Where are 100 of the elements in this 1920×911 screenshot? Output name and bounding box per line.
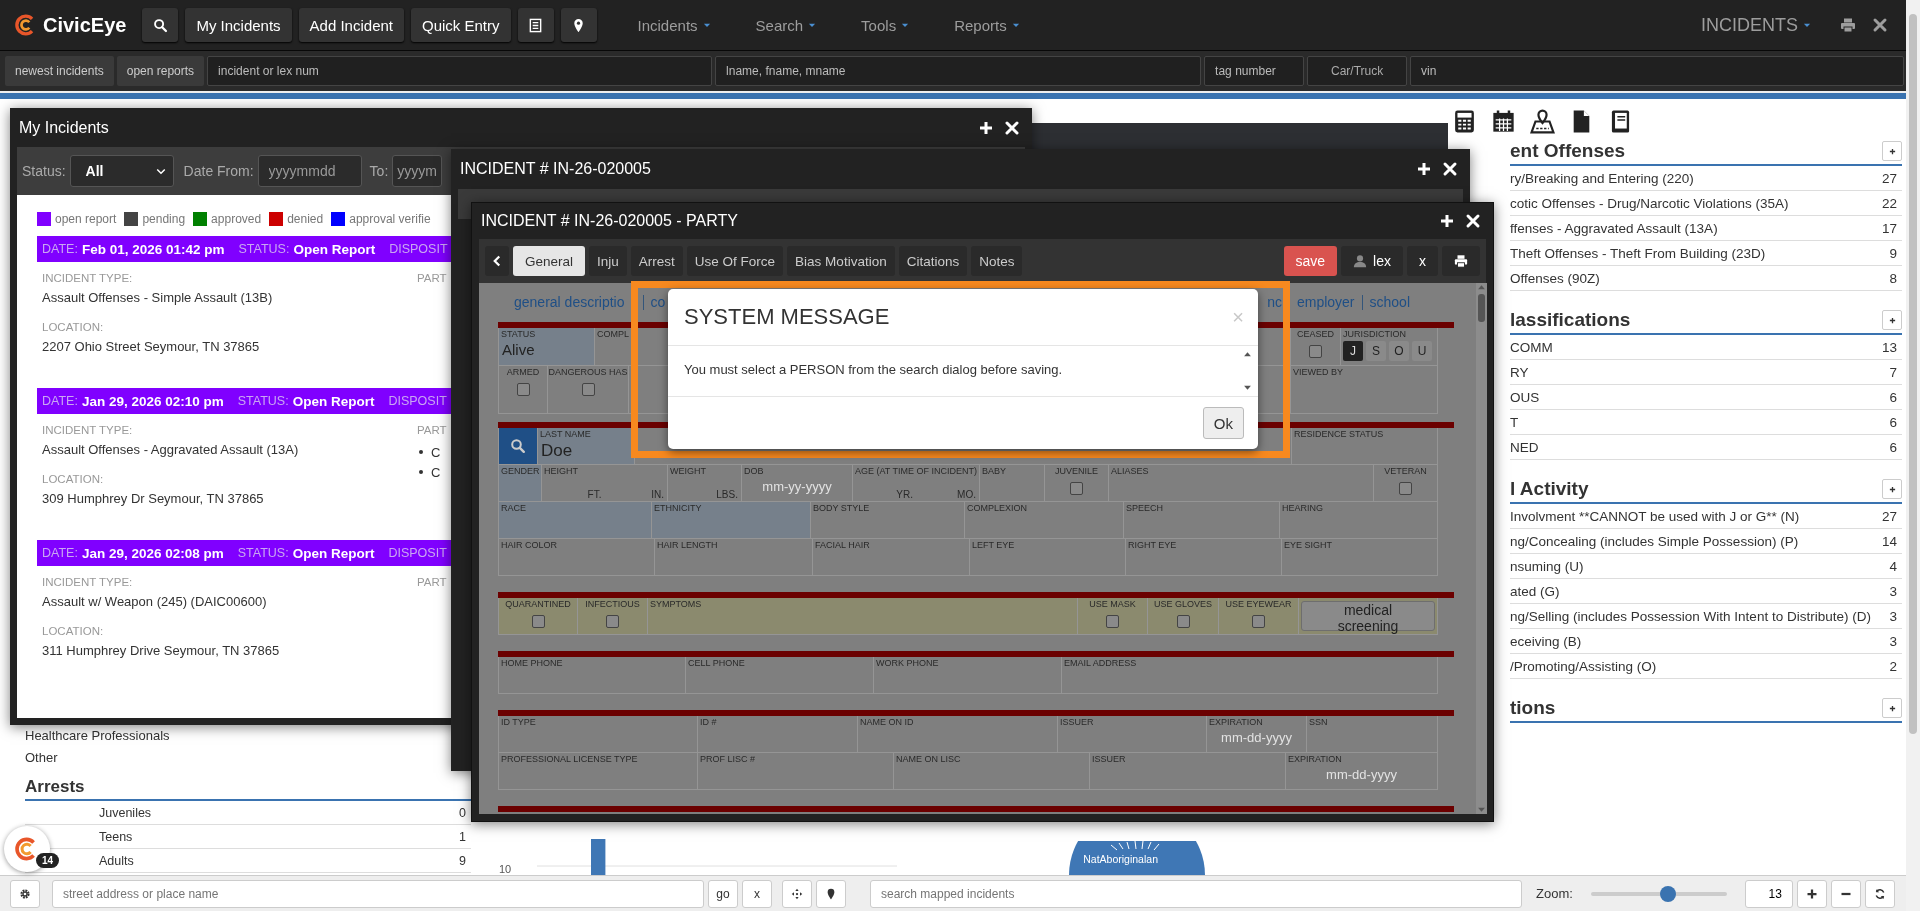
module-menu[interactable]: INCIDENTS <box>1689 14 1824 36</box>
brand-name[interactable]: CivicEye <box>43 13 127 37</box>
input-field[interactable]: VIEWED BY <box>1291 366 1438 414</box>
add-button[interactable] <box>1882 310 1902 330</box>
date-field[interactable]: yyyym <box>392 155 443 187</box>
input-field[interactable]: HOME PHONE <box>498 657 686 694</box>
scrollbar[interactable] <box>1906 0 1920 911</box>
refresh-button[interactable] <box>1864 879 1895 908</box>
vehicle-select[interactable]: Car/Truck <box>1307 56 1408 86</box>
stat-label[interactable]: Involvment **CANNOT be used with J or G** (N) <box>1510 508 1800 524</box>
input-field[interactable]: EMAIL ADDRESS <box>1062 657 1438 694</box>
select-field[interactable]: GENDER <box>498 465 542 502</box>
close-button[interactable]: x <box>1407 246 1438 276</box>
search-field[interactable]: lname, fname, mname <box>715 56 1202 86</box>
stat-label[interactable]: Theft Offenses - Theft From Building (23D) <box>1510 245 1766 261</box>
input-field[interactable]: AGE (AT TIME OF INCIDENT) YR. MO. <box>853 465 980 502</box>
input-field[interactable]: FACIAL HAIR <box>813 539 970 576</box>
checkbox[interactable] <box>1176 615 1190 628</box>
address-field[interactable]: street address or place name <box>52 879 704 908</box>
stat-label[interactable]: ng/Selling (includes Possession With Intent to Distribute) (D) <box>1510 608 1871 624</box>
input-field[interactable]: SPEECH <box>1124 502 1280 539</box>
jurisdiction-option[interactable]: S <box>1366 341 1386 361</box>
checkbox[interactable] <box>516 383 530 396</box>
input-field[interactable]: EXPIRATION mm-dd-yyyy <box>1207 716 1307 753</box>
input-field[interactable]: HAIR COLOR <box>498 539 655 576</box>
tool-button[interactable] <box>1530 109 1555 134</box>
stat-label[interactable]: ffenses - Aggravated Assault (13A) <box>1510 220 1718 236</box>
scroll-thumb[interactable] <box>1478 294 1485 322</box>
go-button[interactable]: go <box>708 879 738 908</box>
input-field[interactable]: ALIASES <box>1109 465 1374 502</box>
checkbox[interactable] <box>1070 482 1083 495</box>
input-field[interactable]: WORK PHONE <box>874 657 1062 694</box>
incident-header[interactable]: DATE: Jan 29, 2026 02:10 pm STATUS: Open Report DISPOSIT <box>37 388 451 414</box>
clear-button[interactable]: x <box>742 879 772 908</box>
select-field[interactable]: ETHNICITY <box>652 502 811 539</box>
input-field[interactable]: CELL PHONE <box>686 657 874 694</box>
stat-label[interactable]: ng/Concealing (includes Simple Possession) (P) <box>1510 533 1799 549</box>
input-field[interactable]: PROF LISC # <box>698 753 894 790</box>
stat-label[interactable]: Adults <box>99 853 134 868</box>
input-field[interactable]: ISSUER <box>1058 716 1207 753</box>
map-button[interactable] <box>560 8 597 42</box>
add-button[interactable] <box>1882 479 1902 499</box>
slider-thumb[interactable] <box>1659 885 1676 902</box>
nav-button[interactable]: Quick Entry <box>411 8 511 42</box>
jurisdiction-option[interactable]: J <box>1343 341 1363 361</box>
tab[interactable]: Bias Motivation <box>787 246 895 276</box>
input-field[interactable]: LAST NAME Doe <box>538 428 635 465</box>
list-item[interactable]: Other <box>25 749 58 767</box>
stat-label[interactable]: COMM <box>1510 339 1553 355</box>
stat-label[interactable]: nsuming (U) <box>1510 558 1584 574</box>
stat-label[interactable]: Offenses (90Z) <box>1510 270 1600 286</box>
checkbox[interactable] <box>581 383 595 396</box>
checkbox[interactable] <box>1252 615 1265 628</box>
input-field[interactable]: HEARING <box>1280 502 1438 539</box>
input-field[interactable]: RIGHT EYE <box>1126 539 1282 576</box>
stat-label[interactable]: T <box>1510 414 1519 430</box>
select-field[interactable]: RACE <box>498 502 652 539</box>
stat-label[interactable]: ated (G) <box>1510 583 1560 599</box>
input-field[interactable]: SSN <box>1307 716 1438 753</box>
input-field[interactable]: BODY STYLE <box>811 502 965 539</box>
nav-menu[interactable]: Search <box>743 16 830 34</box>
checkbox[interactable] <box>606 615 619 628</box>
tab[interactable]: Arrest <box>630 246 683 276</box>
nav-button[interactable]: Add Incident <box>298 8 404 42</box>
nav-menu[interactable]: Incidents <box>625 16 724 34</box>
tab[interactable]: General <box>513 246 586 276</box>
jurisdiction-option[interactable]: U <box>1412 341 1432 361</box>
tab[interactable]: Notes <box>971 246 1023 276</box>
checkbox[interactable] <box>1309 345 1322 358</box>
input-field[interactable]: BABY <box>980 465 1045 502</box>
checkbox[interactable] <box>1106 615 1119 628</box>
quick-button[interactable]: newest incidents <box>5 56 114 86</box>
quick-button[interactable]: open reports <box>116 56 205 86</box>
tab[interactable]: Citations <box>898 246 968 276</box>
tab[interactable]: Inju <box>589 246 627 276</box>
list-item[interactable]: Healthcare Professionals <box>25 727 170 745</box>
scrollbar[interactable] <box>1476 283 1487 814</box>
stat-label[interactable]: Teens <box>99 829 133 844</box>
input-field[interactable]: ID # <box>698 716 858 753</box>
stat-label[interactable]: eceiving (B) <box>1510 633 1582 649</box>
add-button[interactable] <box>1882 698 1902 718</box>
checkbox[interactable] <box>531 615 545 628</box>
search-button[interactable] <box>142 8 179 42</box>
print-button[interactable] <box>1442 246 1480 276</box>
settings-button[interactable] <box>10 879 40 908</box>
tool-button[interactable] <box>1452 109 1477 134</box>
input-field[interactable]: EXPIRATION mm-dd-yyyy <box>1286 753 1438 790</box>
ok-button[interactable]: Ok <box>1202 407 1244 439</box>
input-field[interactable]: COMPLEXION <box>965 502 1124 539</box>
save-button[interactable]: save <box>1283 246 1338 276</box>
input-field[interactable]: ID TYPE <box>498 716 698 753</box>
search-field[interactable]: incident or lex num <box>207 56 713 86</box>
party-name[interactable]: C <box>431 464 441 480</box>
status-select[interactable]: All <box>69 155 174 187</box>
search-field[interactable]: vin <box>1410 56 1904 86</box>
search-field[interactable]: tag number <box>1204 56 1305 86</box>
input-field[interactable]: HAIR LENGTH <box>655 539 813 576</box>
pin-button[interactable] <box>816 879 846 908</box>
checkbox[interactable] <box>1399 482 1412 495</box>
input-field[interactable]: LEFT EYE <box>970 539 1126 576</box>
